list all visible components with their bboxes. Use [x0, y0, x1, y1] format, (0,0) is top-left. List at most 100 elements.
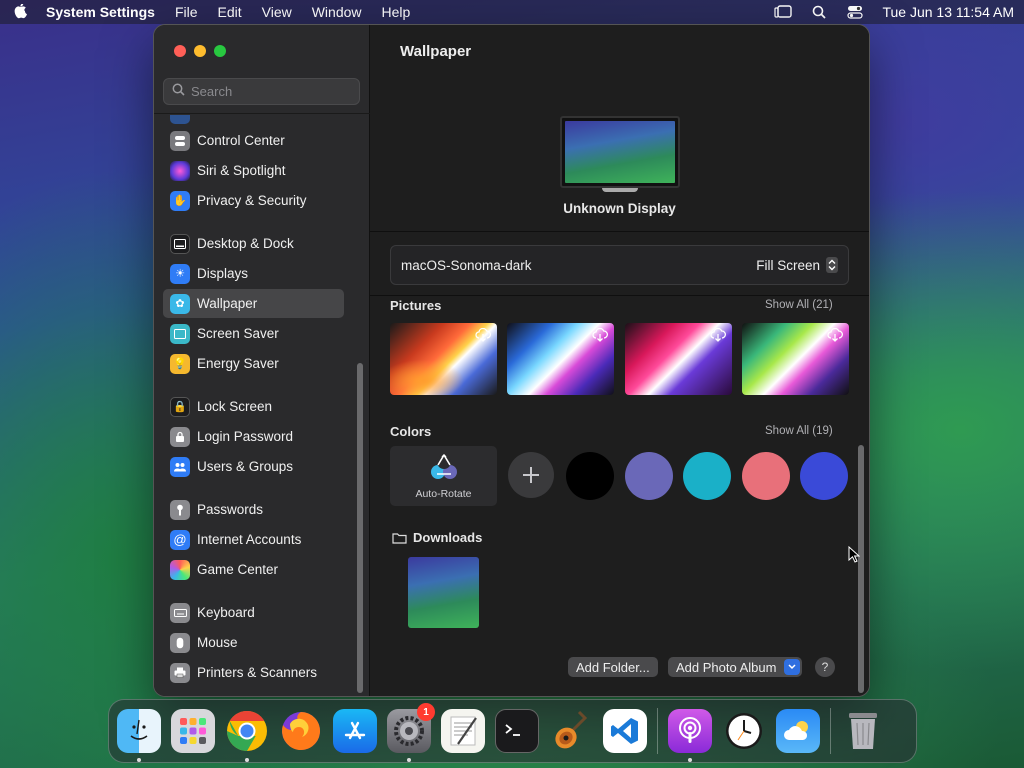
display-preview-screen: [565, 121, 675, 183]
display-stand: [602, 188, 638, 192]
downloads-wallpaper-thumbnail[interactable]: [408, 557, 479, 628]
dock-app-chrome[interactable]: [225, 709, 269, 762]
wallpaper-thumbnail[interactable]: [507, 323, 614, 395]
dock-app-firefox[interactable]: [279, 709, 323, 753]
color-swatch-black[interactable]: [566, 452, 614, 500]
sidebar-search[interactable]: [163, 78, 360, 105]
add-photo-album-button[interactable]: Add Photo Album: [668, 657, 803, 677]
settings-window: Control Center Siri & Spotlight ✋ Privac…: [154, 25, 869, 696]
apple-menu-icon[interactable]: [10, 4, 32, 20]
sidebar-item-printers-scanners[interactable]: Printers & Scanners: [163, 658, 344, 687]
clock-icon: [726, 713, 762, 749]
pictures-show-all-button[interactable]: Show All (21): [765, 299, 833, 311]
add-color-button[interactable]: [508, 452, 554, 498]
padlock-icon: [170, 426, 190, 447]
wallpaper-pane: Wallpaper Unknown Display macOS-Sonoma-d…: [370, 25, 869, 696]
color-swatch-blue[interactable]: [800, 452, 848, 500]
color-swatch-pink[interactable]: [742, 452, 790, 500]
stage-manager-icon[interactable]: [774, 4, 793, 20]
search-input[interactable]: [191, 84, 351, 99]
spotlight-search-icon[interactable]: [810, 4, 828, 20]
dock-app-weather[interactable]: [776, 709, 820, 753]
sidebar-item-login-password[interactable]: Login Password: [163, 422, 344, 451]
chevron-down-icon[interactable]: [784, 659, 801, 675]
screen-saver-icon: [170, 323, 190, 344]
mouse-icon: [170, 632, 190, 653]
menu-edit[interactable]: Edit: [218, 4, 242, 20]
sidebar: Control Center Siri & Spotlight ✋ Privac…: [154, 25, 370, 696]
dock-app-system-settings[interactable]: 1: [387, 703, 435, 762]
sidebar-item-internet-accounts[interactable]: @ Internet Accounts: [163, 525, 344, 554]
fill-mode-select[interactable]: Fill Screen: [756, 257, 838, 273]
sidebar-item-control-center[interactable]: Control Center: [163, 126, 344, 155]
sidebar-item-lock-screen[interactable]: 🔒 Lock Screen: [163, 392, 344, 421]
divider: [370, 231, 869, 232]
dock-app-textedit[interactable]: [441, 709, 485, 753]
lock-icon: 🔒: [170, 396, 190, 417]
dock-app-garageband[interactable]: [549, 709, 593, 753]
dock-app-finder[interactable]: [117, 709, 161, 762]
menu-clock[interactable]: Tue Jun 13 11:54 AM: [882, 4, 1014, 20]
sidebar-item-privacy-security[interactable]: ✋ Privacy & Security: [163, 186, 344, 215]
sidebar-item-label: Wallpaper: [197, 296, 258, 311]
sidebar-item-wallpaper[interactable]: ✿ Wallpaper: [163, 289, 344, 318]
sidebar-item-label: Siri & Spotlight: [197, 163, 286, 178]
chevron-updown-icon: [826, 257, 838, 273]
dock-separator: [657, 708, 658, 754]
sidebar-item-passwords[interactable]: Passwords: [163, 495, 344, 524]
sidebar-item-label: Displays: [197, 266, 249, 281]
menu-help[interactable]: Help: [382, 4, 411, 20]
auto-rotate-tile[interactable]: Auto-Rotate: [390, 446, 497, 506]
sidebar-item-displays[interactable]: ☀ Displays: [163, 259, 344, 288]
cloud-download-icon: [475, 327, 491, 347]
sidebar-item-users-groups[interactable]: Users & Groups: [163, 452, 344, 481]
menu-view[interactable]: View: [262, 4, 292, 20]
sidebar-item-mouse[interactable]: Mouse: [163, 628, 344, 657]
close-button[interactable]: [174, 45, 186, 57]
wallpaper-thumbnail[interactable]: [625, 323, 732, 395]
running-indicator: [137, 758, 141, 762]
sidebar-item-desktop-dock[interactable]: Desktop & Dock: [163, 229, 344, 258]
help-button[interactable]: ?: [815, 657, 835, 677]
wallpaper-thumbnail[interactable]: [742, 323, 849, 395]
cloud-download-icon: [710, 327, 726, 347]
textedit-icon: [450, 716, 477, 746]
colors-show-all-button[interactable]: Show All (19): [765, 425, 833, 437]
menu-file[interactable]: File: [175, 4, 198, 20]
sidebar-item-game-center[interactable]: Game Center: [163, 555, 344, 584]
wallpaper-thumbnail[interactable]: [390, 323, 497, 395]
menu-window[interactable]: Window: [312, 4, 362, 20]
minimize-button[interactable]: [194, 45, 206, 57]
color-swatch-purple[interactable]: [625, 452, 673, 500]
color-swatch-teal[interactable]: [683, 452, 731, 500]
add-folder-button[interactable]: Add Folder...: [568, 657, 658, 677]
terminal-icon: [505, 724, 520, 736]
sidebar-scrollbar[interactable]: [357, 363, 363, 693]
dock-app-launchpad[interactable]: [171, 709, 215, 753]
display-name: Unknown Display: [563, 201, 676, 216]
sidebar-item-label: Energy Saver: [197, 356, 279, 371]
dock-app-vscode[interactable]: [603, 709, 647, 753]
dock-app-terminal[interactable]: [495, 709, 539, 753]
keyboard-icon: [170, 602, 190, 623]
sidebar-divider: [154, 113, 370, 114]
sidebar-item-label: Lock Screen: [197, 399, 273, 414]
app-name-menu[interactable]: System Settings: [46, 4, 155, 20]
main-scrollbar[interactable]: [858, 445, 864, 693]
dock-app-clock[interactable]: [722, 709, 766, 753]
sidebar-item-label: Internet Accounts: [197, 532, 302, 547]
dock-app-podcasts[interactable]: [668, 709, 712, 762]
sidebar-item-label: Mouse: [197, 635, 238, 650]
sidebar-item-keyboard[interactable]: Keyboard: [163, 598, 344, 627]
dock-app-trash[interactable]: [841, 709, 885, 753]
sidebar-item-energy-saver[interactable]: 💡 Energy Saver: [163, 349, 344, 378]
sidebar-item-screen-saver[interactable]: Screen Saver: [163, 319, 344, 348]
sidebar-item-siri-spotlight[interactable]: Siri & Spotlight: [163, 156, 344, 185]
zoom-button[interactable]: [214, 45, 226, 57]
control-center-menu-icon[interactable]: [846, 4, 864, 20]
dock-app-app-store[interactable]: [333, 709, 377, 753]
users-icon: [170, 456, 190, 477]
notification-badge: 1: [417, 703, 435, 721]
mouse-cursor-icon: [848, 545, 861, 568]
menu-bar: System Settings File Edit View Window He…: [0, 0, 1024, 24]
